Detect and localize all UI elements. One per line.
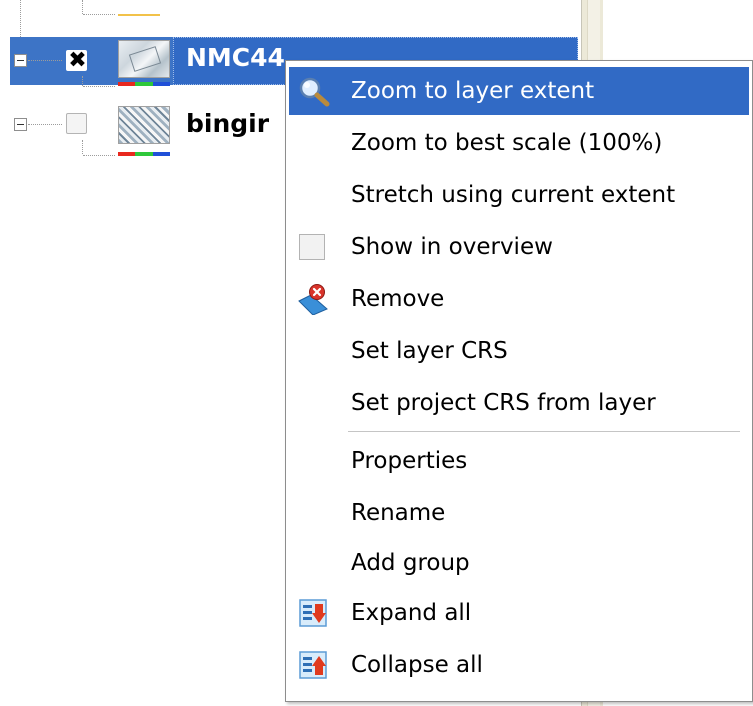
collapse-all-icon bbox=[297, 649, 331, 681]
layer-name-label[interactable]: bingir bbox=[186, 109, 269, 138]
menu-item-set-project-crs[interactable]: Set project CRS from layer bbox=[289, 379, 749, 427]
collapse-toggle-icon[interactable] bbox=[14, 54, 27, 67]
menu-separator bbox=[348, 431, 740, 433]
menu-item-expand-all[interactable]: Expand all bbox=[289, 589, 749, 637]
layer-visibility-checkbox[interactable] bbox=[66, 113, 87, 134]
layer-context-menu: Zoom to layer extent Zoom to best scale … bbox=[285, 60, 753, 702]
collapse-toggle-icon[interactable] bbox=[14, 118, 27, 131]
menu-item-label: Collapse all bbox=[351, 652, 483, 678]
raster-thumbnail-icon bbox=[118, 40, 170, 78]
menu-item-label: Set layer CRS bbox=[351, 338, 508, 364]
tree-line bbox=[82, 0, 83, 14]
tree-line bbox=[83, 14, 115, 15]
menu-item-label: Zoom to layer extent bbox=[351, 78, 595, 104]
menu-item-zoom-to-best-scale[interactable]: Zoom to best scale (100%) bbox=[289, 119, 749, 167]
menu-item-collapse-all[interactable]: Collapse all bbox=[289, 641, 749, 689]
menu-item-add-group[interactable]: Add group bbox=[289, 539, 749, 587]
tree-line bbox=[83, 155, 115, 156]
layer-name-label[interactable]: NMC44 bbox=[186, 43, 285, 72]
layer-visibility-checkbox[interactable]: ✖ bbox=[66, 48, 87, 73]
menu-item-remove[interactable]: Remove bbox=[289, 275, 749, 323]
checkbox-icon[interactable] bbox=[299, 234, 325, 260]
menu-item-label: Properties bbox=[351, 448, 468, 474]
expand-all-icon bbox=[297, 597, 331, 629]
tree-line bbox=[83, 86, 115, 87]
menu-item-stretch-current-extent[interactable]: Stretch using current extent bbox=[289, 171, 749, 219]
rgb-band-legend bbox=[118, 82, 170, 86]
menu-item-set-layer-crs[interactable]: Set layer CRS bbox=[289, 327, 749, 375]
menu-item-show-in-overview[interactable]: Show in overview bbox=[289, 223, 749, 271]
menu-item-label: Stretch using current extent bbox=[351, 182, 676, 208]
menu-item-rename[interactable]: Rename bbox=[289, 489, 749, 537]
menu-item-label: Add group bbox=[351, 550, 470, 576]
menu-item-properties[interactable]: Properties bbox=[289, 437, 749, 485]
menu-item-label: Zoom to best scale (100%) bbox=[351, 130, 663, 156]
menu-item-label: Expand all bbox=[351, 600, 472, 626]
menu-item-label: Show in overview bbox=[351, 234, 553, 260]
tree-line bbox=[28, 124, 62, 125]
tree-line bbox=[20, 0, 21, 37]
menu-item-label: Set project CRS from layer bbox=[351, 390, 656, 416]
tree-line bbox=[82, 76, 83, 86]
legend-symbol-line bbox=[118, 14, 160, 16]
menu-item-label: Rename bbox=[351, 500, 446, 526]
raster-thumbnail-icon bbox=[118, 106, 170, 144]
tree-line bbox=[82, 140, 83, 154]
rgb-band-legend bbox=[118, 152, 170, 156]
menu-item-zoom-to-layer-extent[interactable]: Zoom to layer extent bbox=[289, 67, 749, 115]
remove-layer-icon bbox=[297, 283, 331, 316]
menu-item-label: Remove bbox=[351, 286, 445, 312]
zoom-magnifier-icon bbox=[297, 75, 331, 107]
tree-line bbox=[28, 60, 62, 61]
